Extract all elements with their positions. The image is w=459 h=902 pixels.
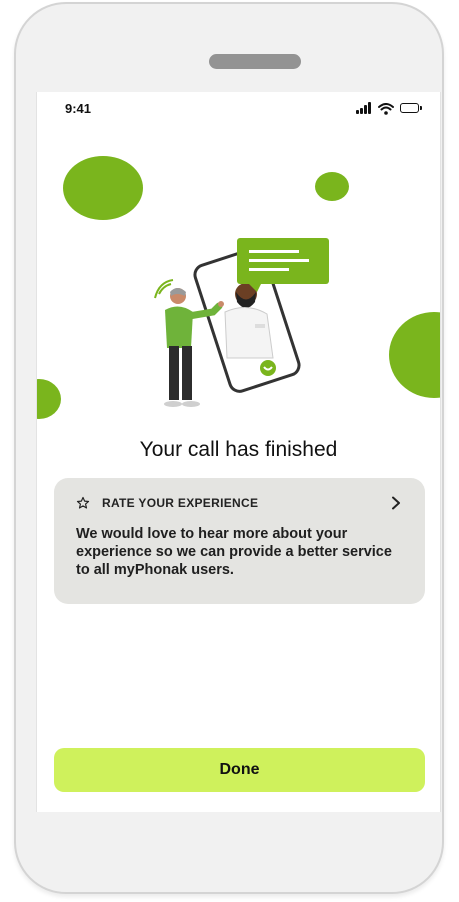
decorative-circle-left (37, 379, 61, 419)
speaker-grille (209, 54, 301, 69)
decorative-circle-right (389, 312, 440, 398)
card-header: RATE YOUR EXPERIENCE (76, 494, 403, 512)
chat-bubble-icon (237, 238, 329, 292)
card-description: We would love to hear more about your ex… (76, 526, 392, 578)
decorative-circle-small (315, 172, 349, 201)
status-bar: 9:41 (37, 92, 440, 132)
app-screen: 9:41 Your call has finished RATE YOUR EX… (36, 92, 441, 812)
star-icon (76, 496, 90, 509)
video-call-illustration (154, 238, 329, 407)
card-title: RATE YOUR EXPERIENCE (102, 496, 259, 510)
decorative-circle-large (63, 156, 143, 220)
rate-experience-card[interactable]: RATE YOUR EXPERIENCE We would love to he… (54, 478, 425, 604)
chevron-right-icon[interactable] (391, 496, 401, 510)
done-button[interactable]: Done (54, 748, 425, 792)
status-icons (356, 102, 424, 116)
signal-icon (356, 102, 372, 114)
wifi-icon (378, 102, 394, 120)
status-time: 9:41 (65, 101, 92, 116)
page-title: Your call has finished (139, 438, 338, 461)
